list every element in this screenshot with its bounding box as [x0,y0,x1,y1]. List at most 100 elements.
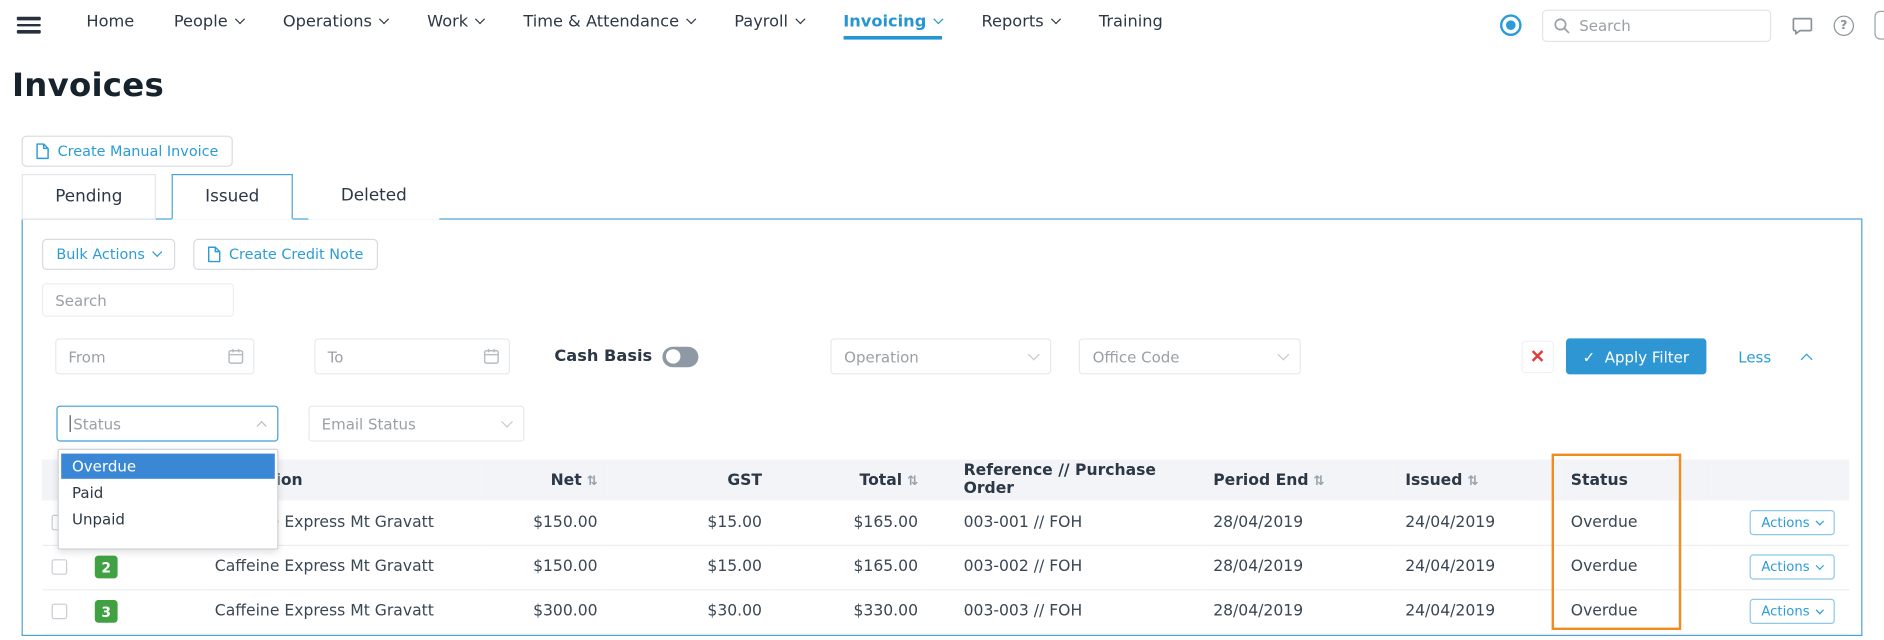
invoice-search-input[interactable] [42,283,234,317]
status-option-paid[interactable]: Paid [61,480,275,505]
cell-total: $330.00 [772,589,928,633]
row-number-badge: 2 [95,556,118,579]
bulk-actions-button[interactable]: Bulk Actions [42,239,175,270]
header-reference: Reference // Purchase Order [928,460,1204,501]
cash-basis-toggle[interactable] [663,346,699,366]
chevron-down-icon [1051,14,1061,24]
tab-issued[interactable]: Issued [172,174,293,220]
row-actions-button[interactable]: Actions [1749,599,1834,624]
status-select[interactable]: Status Overdue Paid Unpaid [56,406,278,442]
global-search [1542,9,1771,41]
document-icon [207,246,220,263]
cell-gst: $15.00 [607,500,771,544]
nav-item-home[interactable]: Home [86,11,134,39]
header-issued[interactable]: Issued⇅ [1393,460,1561,501]
chevron-down-icon [1278,348,1290,360]
cell-net: $300.00 [481,589,607,633]
chevron-down-icon [1816,562,1824,570]
nav-item-work[interactable]: Work [427,11,484,39]
apps-icon[interactable] [1874,11,1884,40]
nav-item-training[interactable]: Training [1099,11,1163,39]
cell-total: $165.00 [772,500,928,544]
row-checkbox[interactable] [52,604,68,620]
calendar-icon [482,347,500,365]
row-checkbox[interactable] [52,559,68,575]
status-option-unpaid[interactable]: Unpaid [61,506,275,531]
beacon-icon[interactable] [1500,14,1522,36]
chevron-up-icon [1801,353,1813,365]
cell-period-end: 28/04/2019 [1204,500,1394,544]
chevron-down-icon [1816,606,1824,614]
sort-icon[interactable]: ⇅ [907,472,918,488]
panel-actions: Bulk Actions Create Credit Note [42,239,1842,270]
chevron-down-icon [501,415,513,427]
global-search-input[interactable] [1542,9,1771,41]
hamburger-menu-icon[interactable] [17,17,41,33]
sort-icon[interactable]: ⇅ [587,472,598,488]
chevron-up-icon [257,421,267,431]
status-option-overdue[interactable]: Overdue [61,454,275,479]
chevron-down-icon [1028,348,1040,360]
filter-row-1: Cash Basis Operation Office Code ✕ ✓ App… [42,338,1842,374]
check-icon: ✓ [1583,347,1596,365]
create-invoice-row: Create Manual Invoice [22,136,1863,167]
help-icon[interactable]: ? [1834,15,1854,35]
cell-reference: 003-001 // FOH [928,500,1204,544]
header-net[interactable]: Net⇅ [481,460,607,501]
row-actions-button[interactable]: Actions [1749,554,1834,579]
chat-icon[interactable] [1792,14,1814,36]
row-actions-button[interactable]: Actions [1749,510,1834,535]
nav-item-time-attendance[interactable]: Time & Attendance [523,11,694,39]
operation-select[interactable]: Operation [831,338,1052,374]
cell-operation: Caffeine Express Mt Gravatt [205,589,481,633]
tab-deleted[interactable]: Deleted [308,174,439,220]
table-row: 3 Caffeine Express Mt Gravatt $300.00 $3… [42,589,1849,633]
nav-item-invoicing[interactable]: Invoicing [843,11,942,39]
nav-item-payroll[interactable]: Payroll [734,11,803,39]
nav-right-cluster: ? [1500,9,1884,41]
chevron-down-icon [1816,517,1824,525]
office-code-select[interactable]: Office Code [1079,338,1301,374]
email-status-select[interactable]: Email Status [308,406,524,442]
calendar-icon [227,347,245,365]
cell-status: Overdue [1561,589,1711,633]
issued-invoices-panel: Bulk Actions Create Credit Note [22,218,1863,636]
status-dropdown-list: Overdue Paid Unpaid [58,449,279,550]
text-cursor [70,415,71,432]
apply-filter-button[interactable]: ✓ Apply Filter [1566,338,1706,374]
create-credit-note-button[interactable]: Create Credit Note [193,239,378,270]
header-period-end[interactable]: Period End⇅ [1204,460,1394,501]
header-gst: GST [607,460,771,501]
sort-icon[interactable]: ⇅ [1467,472,1478,488]
cell-gst: $15.00 [607,545,771,589]
table-header-row: Operation Net⇅ GST Total⇅ Reference // P… [42,460,1849,501]
invoice-tabs: Pending Issued Deleted [22,174,1863,220]
main-nav: Home People Operations Work Time & Atten… [86,11,1162,39]
tab-pending[interactable]: Pending [22,174,156,220]
create-manual-invoice-button[interactable]: Create Manual Invoice [22,136,233,167]
nav-item-operations[interactable]: Operations [283,11,388,39]
app-root: Home People Operations Work Time & Atten… [0,0,1884,640]
cell-net: $150.00 [481,545,607,589]
sort-icon[interactable]: ⇅ [1313,472,1324,488]
cell-total: $165.00 [772,545,928,589]
table-row: 1 Caffeine Express Mt Gravatt $150.00 $1… [42,500,1849,544]
nav-item-reports[interactable]: Reports [982,11,1060,39]
chevron-down-icon [686,14,696,24]
header-total[interactable]: Total⇅ [772,460,928,501]
cell-reference: 003-003 // FOH [928,589,1204,633]
nav-item-people[interactable]: People [174,11,243,39]
invoices-table-wrap: Operation Net⇅ GST Total⇅ Reference // P… [42,460,1842,635]
date-from-input[interactable] [55,338,254,374]
date-to-input[interactable] [314,338,510,374]
table-row: 2 Caffeine Express Mt Gravatt $150.00 $1… [42,545,1849,589]
cell-period-end: 28/04/2019 [1204,589,1394,633]
cell-period-end: 28/04/2019 [1204,545,1394,589]
cell-issued: 24/04/2019 [1393,500,1561,544]
less-filters-link[interactable]: Less [1738,347,1771,365]
cell-status: Overdue [1561,500,1711,544]
cell-status: Overdue [1561,545,1711,589]
clear-filters-button[interactable]: ✕ [1521,340,1553,372]
cell-operation: Caffeine Express Mt Gravatt [205,545,481,589]
collapse-filters-chevron[interactable] [1802,350,1810,363]
